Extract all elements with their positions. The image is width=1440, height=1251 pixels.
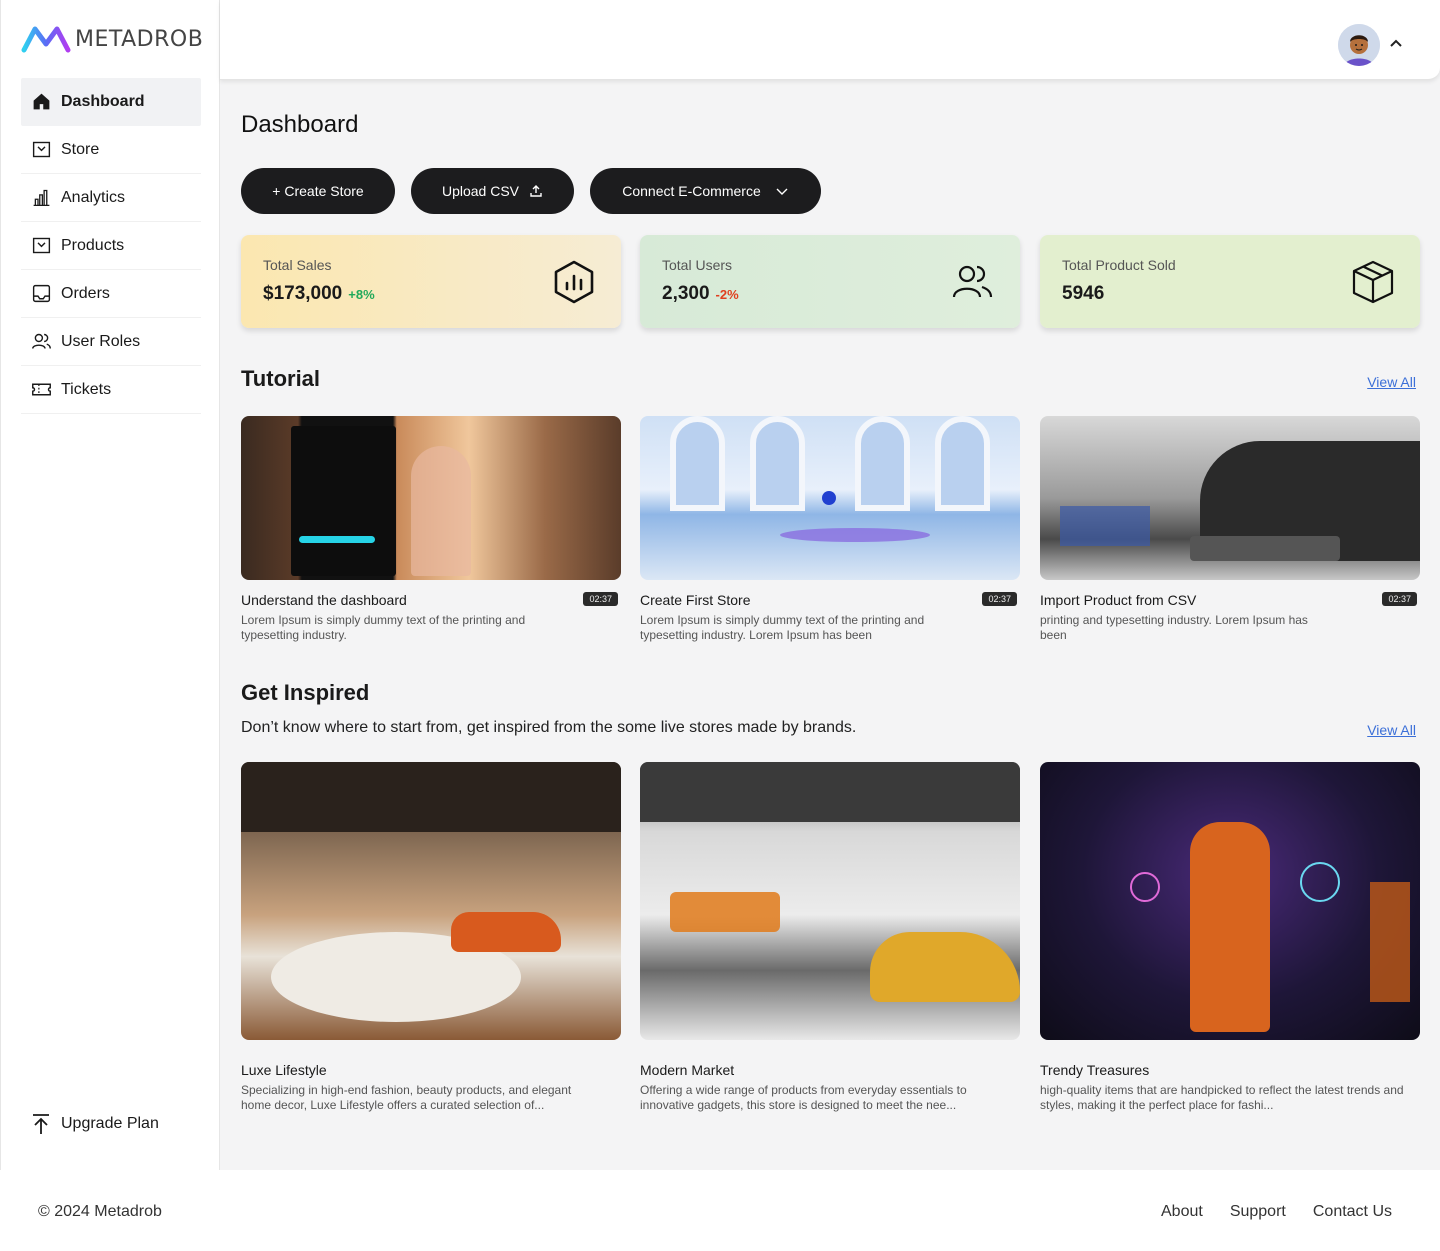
tutorial-thumbnail[interactable] <box>640 416 1020 580</box>
chevron-down-icon <box>776 188 788 195</box>
stat-label: Total Sales <box>263 257 332 273</box>
stat-value: $173,000 +8% <box>263 283 375 304</box>
tutorial-card[interactable]: 02:37 Understand the dashboard Lorem Ips… <box>241 416 621 643</box>
stat-card-total-sales: Total Sales $173,000 +8% <box>241 235 621 328</box>
card-title: Modern Market <box>640 1062 735 1078</box>
duration-badge: 02:37 <box>1382 592 1417 606</box>
stat-change: -2% <box>715 287 739 302</box>
page-title: Dashboard <box>241 111 359 138</box>
orders-icon <box>30 283 52 305</box>
footer-links: About Support Contact Us <box>1161 1203 1392 1221</box>
products-icon <box>30 235 52 257</box>
user-roles-icon <box>30 331 52 353</box>
card-title: Import Product from CSV <box>1040 592 1197 608</box>
store-thumbnail[interactable] <box>241 762 621 1040</box>
card-title: Trendy Treasures <box>1040 1062 1150 1078</box>
get-inspired-view-all-link[interactable]: View All <box>1367 722 1416 738</box>
top-header <box>220 0 1440 80</box>
duration-badge: 02:37 <box>583 592 618 606</box>
tutorial-card[interactable]: 02:37 Create First Store Lorem Ipsum is … <box>640 416 1020 643</box>
stat-value: 2,300 -2% <box>662 283 739 304</box>
store-card-luxe-lifestyle[interactable]: Luxe Lifestyle Specializing in high-end … <box>241 762 621 1113</box>
tutorial-thumbnail[interactable] <box>1040 416 1420 580</box>
store-card-modern-market[interactable]: Modern Market Offering a wide range of p… <box>640 762 1020 1113</box>
get-inspired-title: Get Inspired <box>241 680 370 705</box>
chart-hexagon-icon <box>554 260 594 304</box>
metadrob-logo-icon <box>21 26 71 53</box>
tutorial-title: Tutorial <box>241 366 321 391</box>
footer-link-support[interactable]: Support <box>1230 1203 1286 1221</box>
upgrade-icon <box>30 1112 52 1136</box>
brand-name: METADROB <box>75 26 204 52</box>
card-title: Understand the dashboard <box>241 592 407 608</box>
sidebar-item-products[interactable]: Products <box>21 222 201 270</box>
sidebar-item-store[interactable]: Store <box>21 126 201 174</box>
upgrade-plan-label: Upgrade Plan <box>61 1115 159 1132</box>
create-store-button[interactable]: + Create Store <box>241 168 395 214</box>
store-card-trendy-treasures[interactable]: Trendy Treasures high-quality items that… <box>1040 762 1420 1113</box>
upload-csv-button[interactable]: Upload CSV <box>411 168 574 214</box>
connect-ecommerce-label: Connect E-Commerce <box>622 183 761 199</box>
tutorial-thumbnail[interactable] <box>241 416 621 580</box>
sidebar-item-label: User Roles <box>61 332 141 350</box>
sidebar-item-orders[interactable]: Orders <box>21 270 201 318</box>
stat-card-total-users: Total Users 2,300 -2% <box>640 235 1020 328</box>
store-thumbnail[interactable] <box>640 762 1020 1040</box>
copyright-text: © 2024 Metadrob <box>38 1203 162 1220</box>
footer-link-contact-us[interactable]: Contact Us <box>1313 1203 1392 1221</box>
duration-badge: 02:37 <box>982 592 1017 606</box>
sidebar-nav: Dashboard Store Analytics Products Order… <box>21 78 201 414</box>
ticket-icon <box>30 379 52 401</box>
get-inspired-subtitle: Don’t know where to start from, get insp… <box>241 719 857 736</box>
tutorial-view-all-link[interactable]: View All <box>1367 374 1416 390</box>
stat-change: +8% <box>348 287 375 302</box>
card-description: Lorem Ipsum is simply dummy text of the … <box>640 613 925 642</box>
card-description: Offering a wide range of products from e… <box>640 1083 967 1112</box>
stat-card-total-product-sold: Total Product Sold 5946 <box>1040 235 1420 328</box>
sidebar-item-label: Tickets <box>61 380 112 398</box>
card-description: printing and typesetting industry. Lorem… <box>1040 613 1308 642</box>
card-title: Create First Store <box>640 592 751 608</box>
card-description: Specializing in high-end fashion, beauty… <box>241 1083 572 1112</box>
upload-icon <box>530 185 542 197</box>
card-description: high-quality items that are handpicked t… <box>1040 1083 1404 1112</box>
users-icon <box>952 265 993 298</box>
footer: © 2024 Metadrob About Support Contact Us <box>0 1170 1440 1251</box>
upload-csv-label: Upload CSV <box>441 183 520 199</box>
package-icon <box>1352 260 1394 304</box>
create-store-label: + Create Store <box>272 183 364 199</box>
store-thumbnail[interactable] <box>1040 762 1420 1040</box>
sidebar-item-label: Store <box>61 140 100 158</box>
stat-value: 5946 <box>1062 283 1105 304</box>
sidebar-item-label: Dashboard <box>61 92 145 110</box>
sidebar-item-tickets[interactable]: Tickets <box>21 366 201 414</box>
tutorial-card[interactable]: 02:37 Import Product from CSV printing a… <box>1040 416 1420 643</box>
sidebar-item-label: Analytics <box>61 188 126 206</box>
analytics-icon <box>30 187 52 209</box>
user-avatar[interactable] <box>1338 24 1380 66</box>
sidebar-item-user-roles[interactable]: User Roles <box>21 318 201 366</box>
upgrade-plan-button[interactable]: Upgrade Plan <box>30 1112 159 1136</box>
chevron-up-icon[interactable] <box>1388 36 1404 52</box>
connect-ecommerce-button[interactable]: Connect E-Commerce <box>590 168 821 214</box>
sidebar: METADROB Dashboard Store Analytics Produ… <box>0 0 220 1170</box>
stat-label: Total Users <box>662 257 733 273</box>
brand-logo[interactable]: METADROB <box>21 22 203 56</box>
footer-link-about[interactable]: About <box>1161 1203 1203 1221</box>
sidebar-item-label: Orders <box>61 284 110 302</box>
sidebar-item-analytics[interactable]: Analytics <box>21 174 201 222</box>
card-description: Lorem Ipsum is simply dummy text of the … <box>241 613 526 642</box>
stat-label: Total Product Sold <box>1062 257 1176 273</box>
store-icon <box>30 139 52 161</box>
card-title: Luxe Lifestyle <box>241 1062 327 1078</box>
sidebar-item-label: Products <box>61 236 125 254</box>
home-icon <box>30 91 52 113</box>
sidebar-item-dashboard[interactable]: Dashboard <box>21 78 201 126</box>
